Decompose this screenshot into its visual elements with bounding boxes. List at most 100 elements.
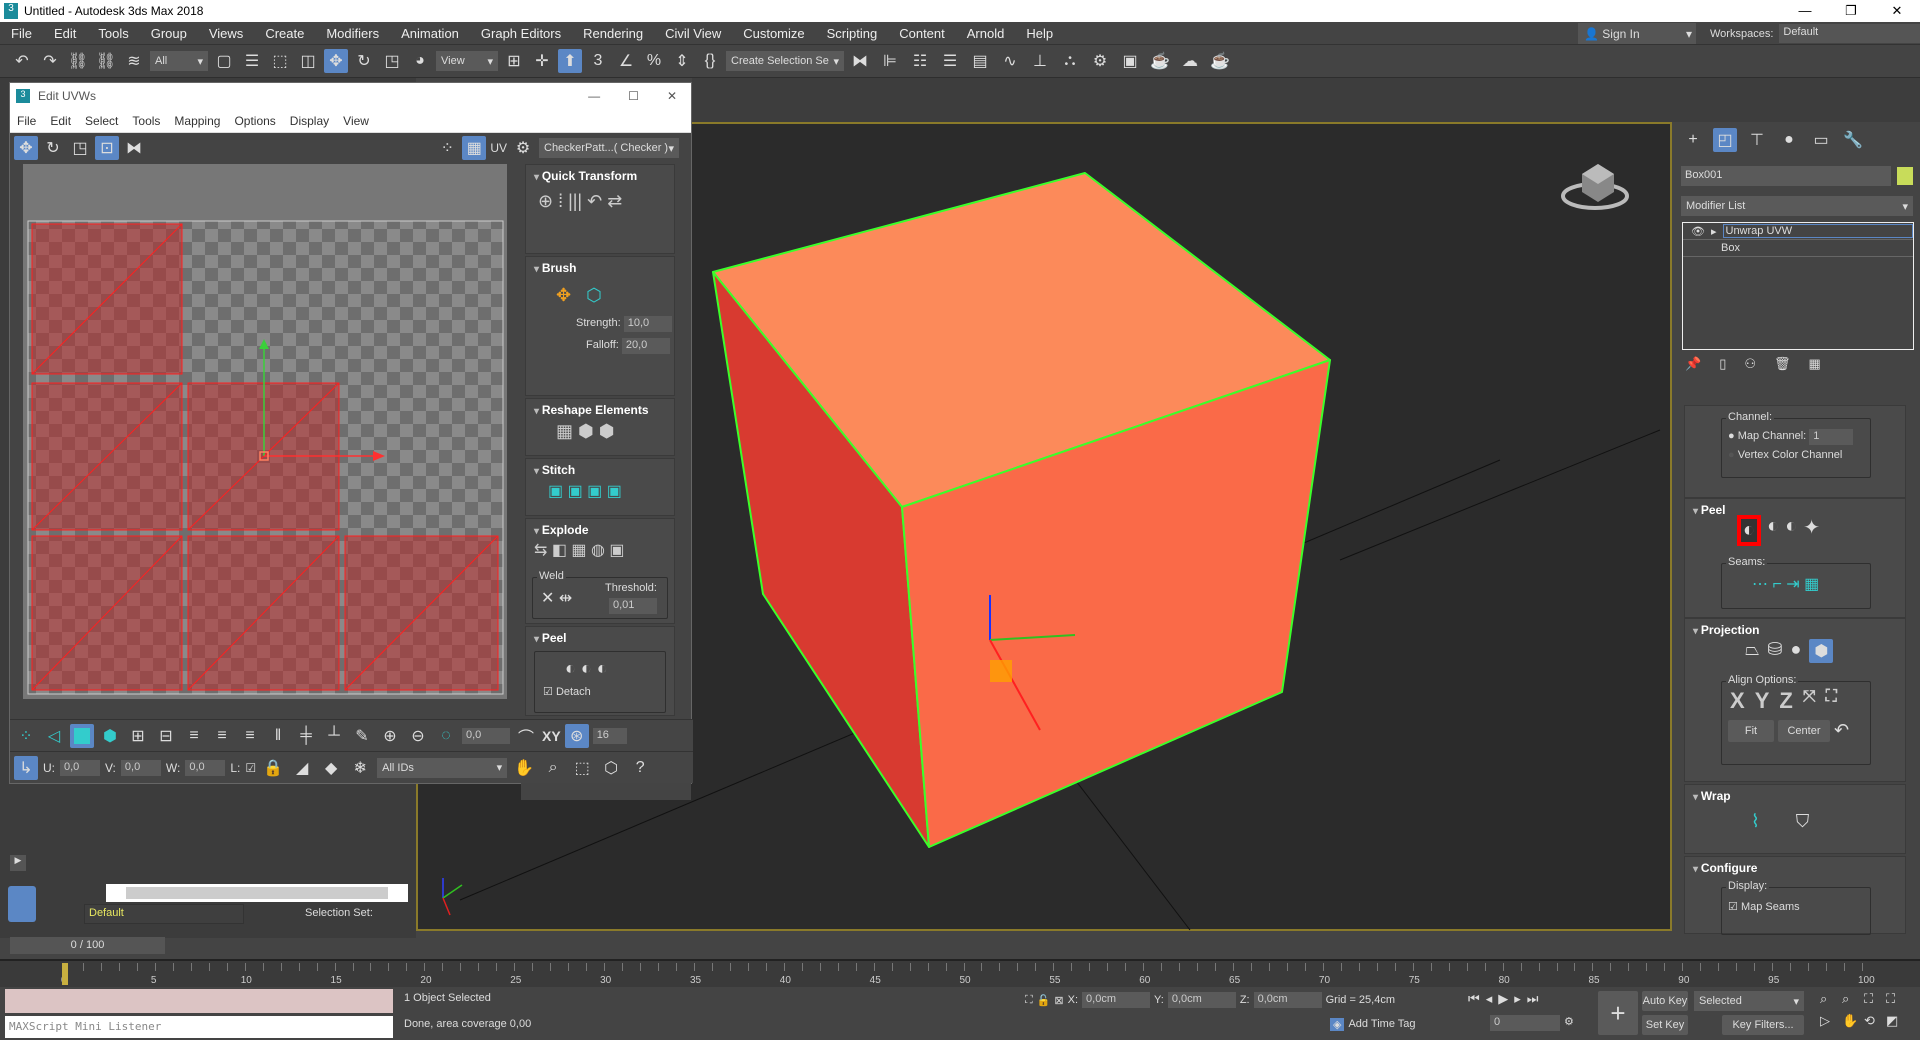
menu-animation[interactable]: Animation — [390, 26, 470, 41]
viewport-layout-button[interactable] — [8, 886, 36, 922]
menu-customize[interactable]: Customize — [732, 26, 815, 41]
menu-arnold[interactable]: Arnold — [956, 26, 1016, 41]
soft-selection-icon[interactable]: ◌ — [434, 724, 458, 748]
zoom-icon[interactable]: ⌕ — [541, 756, 565, 780]
pelt-map-icon[interactable]: ✦ — [1803, 515, 1820, 546]
pan-icon[interactable]: ✋ — [512, 756, 536, 780]
u-spinner[interactable]: 0,0 — [60, 759, 100, 776]
zoom-region-icon[interactable]: ⬚ — [570, 756, 594, 780]
uv-menu-edit[interactable]: Edit — [43, 114, 78, 128]
current-frame-marker[interactable] — [62, 963, 68, 985]
grid-snap-spinner[interactable]: 16 — [592, 727, 627, 744]
key-filters-button[interactable]: Key Filters... — [1722, 1015, 1804, 1035]
selection-filter-dropdown[interactable]: All ▾ — [150, 51, 208, 71]
detach-checkbox[interactable]: ☑ — [543, 686, 553, 698]
maxscript-output[interactable] — [5, 989, 393, 1013]
go-to-end-icon[interactable]: ⏭ — [1527, 991, 1539, 1007]
maximize-viewport-icon[interactable]: ◩ — [1886, 1013, 1908, 1029]
render-cloud-icon[interactable]: ☁ — [1178, 49, 1202, 73]
make-unique-icon[interactable]: ⚇ — [1744, 356, 1756, 372]
eye-icon[interactable]: 👁 — [1691, 225, 1705, 238]
remove-modifier-icon[interactable]: 🗑 — [1774, 356, 1791, 372]
fit-button[interactable]: Fit — [1728, 720, 1774, 742]
scale-icon[interactable]: ◳ — [68, 136, 92, 160]
quick-transform-icons[interactable]: ⊕ ⁞ ||| ↶ ⇄ — [526, 183, 674, 220]
curve-editor-icon[interactable]: ∿ — [998, 49, 1022, 73]
show-end-result-icon[interactable]: ▯ — [1719, 356, 1726, 372]
render-iterative-icon[interactable]: ☕ — [1208, 49, 1232, 73]
align-icon[interactable]: ⊫ — [878, 49, 902, 73]
add-time-tag-button[interactable]: Add Time Tag — [1348, 1018, 1415, 1031]
spline-map-icon[interactable]: ⌇ — [1751, 811, 1760, 832]
layer-explorer-icon[interactable]: ☰ — [938, 49, 962, 73]
stack-item-unwrap-uvw[interactable]: 👁 ▸ Unwrap UVW — [1683, 223, 1913, 240]
x-coordinate-field[interactable]: 0,0cm — [1082, 992, 1151, 1008]
go-to-start-icon[interactable]: ⏮ — [1468, 991, 1480, 1007]
motion-icon[interactable]: ● — [1777, 128, 1801, 152]
workspaces-dropdown[interactable]: Default — [1779, 24, 1920, 43]
align-z-button[interactable]: Z — [1779, 688, 1792, 714]
hierarchy-icon[interactable]: ⊤ — [1745, 128, 1769, 152]
brush-shrink-icon[interactable]: ⊖ — [406, 724, 430, 748]
render-icon[interactable]: ☕ — [1148, 49, 1172, 73]
key-mode-dropdown[interactable]: Selected ▾ — [1694, 991, 1804, 1011]
reset-peel-icon[interactable]: ◐ — [1785, 515, 1797, 546]
z-coordinate-field[interactable]: 0,0cm — [1253, 992, 1322, 1008]
freeform-icon[interactable]: ⊡ — [95, 136, 119, 160]
minimize-button[interactable]: — — [1782, 0, 1828, 22]
uv-toggle-label[interactable]: UV — [490, 141, 507, 155]
previous-frame-icon[interactable]: ◂ — [1486, 991, 1493, 1007]
menu-help[interactable]: Help — [1015, 26, 1064, 41]
display-icon[interactable]: ▭ — [1809, 128, 1833, 152]
center-button[interactable]: Center — [1778, 720, 1830, 742]
scale-icon[interactable]: ◳ — [380, 49, 404, 73]
selection-lock-icon[interactable]: 🔓 — [1037, 994, 1051, 1007]
set-key-button[interactable]: Set Key — [1642, 1015, 1688, 1035]
render-setup-icon[interactable]: ⚙ — [1088, 49, 1112, 73]
reference-coordinate-dropdown[interactable]: View ▾ — [436, 51, 498, 71]
edge-mode-icon[interactable]: ◁ — [42, 724, 66, 748]
grid-snap-icon[interactable]: ⊛ — [564, 723, 589, 748]
y-coordinate-field[interactable]: 0,0cm — [1167, 992, 1236, 1008]
uv-menu-tools[interactable]: Tools — [125, 114, 167, 128]
spinner-snap-icon[interactable]: ⇕ — [670, 49, 694, 73]
show-map-icon[interactable]: ⁘ — [435, 136, 459, 160]
ring-icon[interactable]: ≡ — [182, 724, 206, 748]
lock-icon[interactable]: 🔒 — [261, 756, 285, 780]
move-icon[interactable]: ✥ — [324, 49, 348, 73]
best-align-icon[interactable]: ⤧ — [1803, 688, 1816, 714]
falloff-curve-icon[interactable]: ⌒ — [514, 724, 538, 748]
strength-spinner[interactable]: 10,0 — [623, 316, 672, 332]
menu-graph-editors[interactable]: Graph Editors — [470, 26, 572, 41]
cylindrical-map-icon[interactable]: ⛁ — [1767, 639, 1782, 663]
paint-select-icon[interactable]: ✎ — [350, 724, 374, 748]
map-seams-checkbox[interactable]: ☑ — [1728, 901, 1738, 913]
brush-grow-icon[interactable]: ⊕ — [378, 724, 402, 748]
time-slider[interactable]: 0 / 100 — [10, 937, 165, 954]
current-frame-field[interactable]: 0 — [1490, 1015, 1560, 1031]
sign-in-button[interactable]: 👤 Sign In ▾ — [1578, 23, 1696, 44]
set-key-big-button[interactable]: + — [1598, 991, 1638, 1035]
box-map-icon[interactable]: ⬢ — [1809, 639, 1834, 663]
filter-icon[interactable]: ◆ — [319, 756, 343, 780]
menu-group[interactable]: Group — [140, 26, 198, 41]
track-bar[interactable]: 0510152025303540455055606570758085909510… — [0, 959, 1920, 987]
freeze-icon[interactable]: ❄ — [348, 756, 372, 780]
snap-3d-icon[interactable]: 3 — [586, 49, 610, 73]
soft-selection-spinner[interactable]: 0,0 — [462, 727, 510, 744]
orbit-icon[interactable]: ⟲ — [1864, 1013, 1886, 1029]
texture-settings-icon[interactable]: ⚙ — [511, 136, 535, 160]
keyboard-shortcut-icon[interactable]: ⬆ — [558, 49, 582, 73]
object-color-swatch[interactable] — [1897, 167, 1913, 185]
absolute-mode-icon[interactable]: ⊠ — [1054, 994, 1063, 1007]
zoom-icon[interactable]: ⌕ — [1820, 991, 1842, 1007]
time-tag-icon[interactable]: ◈ — [1330, 1018, 1345, 1031]
peel-icons[interactable]: ◐ ◐ ◐ — [535, 652, 665, 685]
unfold-strip-icon[interactable]: ⛉ — [1796, 811, 1810, 832]
stack-item-box[interactable]: Box — [1683, 240, 1913, 257]
v-spinner[interactable]: 0,0 — [120, 759, 161, 776]
rotate-icon[interactable]: ↻ — [352, 49, 376, 73]
viewcube-icon[interactable] — [1560, 154, 1630, 214]
expand-arrow-icon[interactable]: ▶ — [10, 855, 26, 871]
quick-peel-icon[interactable]: ◐ — [1737, 515, 1762, 546]
